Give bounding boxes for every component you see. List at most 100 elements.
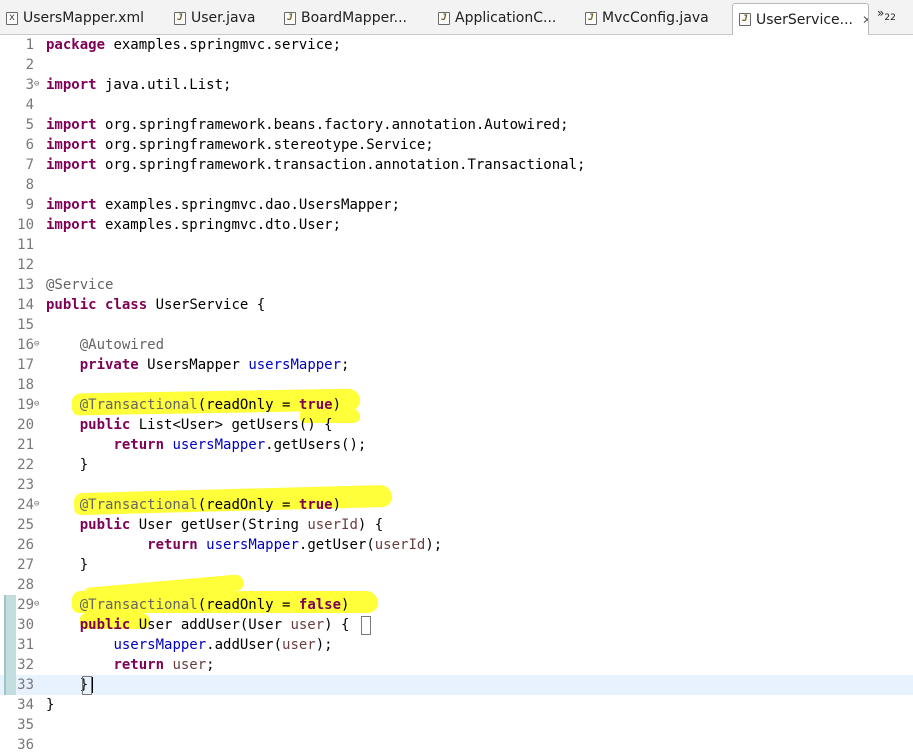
fold-collapse-icon[interactable]: ⊖: [34, 499, 39, 509]
code-text[interactable]: import org.springframework.transaction.a…: [46, 155, 585, 175]
code-text[interactable]: public List<User> getUsers() {: [46, 415, 333, 435]
line-number: 19: [17, 397, 34, 413]
tab-label: BoardMapper...: [301, 10, 408, 26]
code-line[interactable]: 16 ⊖ @Autowired: [0, 335, 913, 355]
code-line[interactable]: 27 }: [0, 555, 913, 575]
code-line[interactable]: 32 return user;: [0, 655, 913, 675]
code-text[interactable]: usersMapper.addUser(user);: [46, 635, 332, 655]
code-line[interactable]: 19 ⊖ @Transactional(readOnly = true): [0, 395, 913, 415]
code-text[interactable]: public User getUser(String userId) {: [46, 515, 383, 535]
code-line[interactable]: 34}: [0, 695, 913, 715]
code-line[interactable]: 6 import org.springframework.stereotype.S…: [0, 135, 913, 155]
code-text[interactable]: @Transactional(readOnly = false): [46, 595, 350, 615]
code-text[interactable]: }: [46, 555, 88, 575]
code-line[interactable]: 33 }: [0, 675, 913, 695]
code-text[interactable]: private UsersMapper usersMapper;: [46, 355, 350, 375]
line-number: 21: [17, 437, 34, 453]
code-line[interactable]: 15: [0, 315, 913, 335]
line-number: 2: [25, 57, 34, 73]
tab-applicationconfig[interactable]: ApplicationC...: [438, 4, 568, 32]
code-line[interactable]: 14 public class UserService {: [0, 295, 913, 315]
fold-collapse-icon[interactable]: ⊖: [34, 399, 39, 409]
code-line[interactable]: 35: [0, 715, 913, 735]
tab-userservice[interactable]: UserService... ✕: [732, 3, 869, 35]
line-number: 30: [17, 617, 34, 633]
tab-overflow-button[interactable]: »22: [877, 6, 896, 23]
code-line[interactable]: 4: [0, 95, 913, 115]
editor-tab-bar: UsersMapper.xml User.java BoardMapper...…: [0, 0, 913, 35]
code-text[interactable]: @Autowired: [46, 335, 164, 355]
line-number: 32: [17, 657, 34, 673]
code-editor[interactable]: 33 } 1 package examples.springmvc.service…: [0, 35, 913, 753]
line-number: 11: [17, 237, 34, 253]
code-line[interactable]: 29 ⊖ @Transactional(readOnly = false): [0, 595, 913, 615]
java-file-icon: [438, 11, 450, 25]
line-number: 27: [17, 557, 34, 573]
line-number: 25: [17, 517, 34, 533]
code-text[interactable]: public User addUser(User user) {: [46, 615, 350, 635]
code-text[interactable]: @Transactional(readOnly = true): [46, 495, 341, 515]
code-line[interactable]: 31 usersMapper.addUser(user);: [0, 635, 913, 655]
bracket-match-close: [82, 676, 92, 695]
code-text[interactable]: import org.springframework.beans.factory…: [46, 115, 569, 135]
code-text[interactable]: public class UserService {: [46, 295, 265, 315]
close-tab-icon[interactable]: ✕: [862, 13, 868, 27]
java-file-icon: [739, 13, 751, 26]
code-line[interactable]: 7 import org.springframework.transaction.…: [0, 155, 913, 175]
line-number: 34: [17, 697, 34, 713]
code-line[interactable]: 30 public User addUser(User user) {: [0, 615, 913, 635]
code-text[interactable]: @Service: [46, 275, 113, 295]
code-text[interactable]: import org.springframework.stereotype.Se…: [46, 135, 434, 155]
code-line[interactable]: 11: [0, 235, 913, 255]
tab-label: UserService...: [756, 11, 854, 28]
fold-collapse-icon[interactable]: ⊖: [34, 339, 39, 349]
code-text[interactable]: return usersMapper.getUsers();: [46, 435, 366, 455]
fold-collapse-icon[interactable]: ⊖: [34, 599, 39, 609]
line-number: 9: [25, 197, 34, 213]
code-text[interactable]: @Transactional(readOnly = true): [46, 395, 341, 415]
code-line[interactable]: 10 import examples.springmvc.dto.User;: [0, 215, 913, 235]
line-number: 12: [17, 257, 34, 273]
line-number: 28: [17, 577, 34, 593]
line-number: 20: [17, 417, 34, 433]
code-line[interactable]: 20 public List<User> getUsers() {: [0, 415, 913, 435]
tab-boardmapper[interactable]: BoardMapper...: [284, 4, 414, 32]
code-text[interactable]: return usersMapper.getUser(userId);: [46, 535, 442, 555]
line-number: 14: [17, 297, 34, 313]
code-line[interactable]: 26 return usersMapper.getUser(userId);: [0, 535, 913, 555]
line-number: 13: [17, 277, 34, 293]
line-number: 10: [17, 217, 34, 233]
code-line[interactable]: 25 public User getUser(String userId) {: [0, 515, 913, 535]
code-line[interactable]: 22 }: [0, 455, 913, 475]
tab-label: ApplicationC...: [455, 10, 557, 26]
code-line[interactable]: 24 ⊖ @Transactional(readOnly = true): [0, 495, 913, 515]
code-line[interactable]: 3 ⊖ import java.util.List;: [0, 75, 913, 95]
line-number: 35: [17, 717, 34, 733]
code-line[interactable]: 9 import examples.springmvc.dao.UsersMapp…: [0, 195, 913, 215]
code-line[interactable]: 21 return usersMapper.getUsers();: [0, 435, 913, 455]
fold-collapse-icon[interactable]: ⊖: [34, 79, 39, 89]
code-line[interactable]: 17 private UsersMapper usersMapper;: [0, 355, 913, 375]
line-number: 17: [17, 357, 34, 373]
java-file-icon: [284, 11, 296, 25]
tab-mvcconfig-java[interactable]: MvcConfig.java: [585, 4, 720, 32]
code-text[interactable]: return user;: [46, 655, 214, 675]
code-text[interactable]: }: [46, 455, 88, 475]
line-number: 23: [17, 477, 34, 493]
code-text[interactable]: import examples.springmvc.dto.User;: [46, 215, 341, 235]
code-text[interactable]: import java.util.List;: [46, 75, 231, 95]
code-line[interactable]: 12: [0, 255, 913, 275]
code-line[interactable]: 8: [0, 175, 913, 195]
bracket-match-open: [361, 616, 371, 635]
code-line[interactable]: 13 @Service: [0, 275, 913, 295]
code-line[interactable]: 1 package examples.springmvc.service;: [0, 35, 913, 55]
tab-usersmapper-xml[interactable]: UsersMapper.xml: [6, 4, 166, 32]
code-line[interactable]: 5 import org.springframework.beans.factor…: [0, 115, 913, 135]
code-text[interactable]: import examples.springmvc.dao.UsersMappe…: [46, 195, 400, 215]
code-line[interactable]: 36: [0, 735, 913, 755]
code-text[interactable]: package examples.springmvc.service;: [46, 35, 341, 55]
code-text[interactable]: }: [46, 695, 54, 715]
tab-user-java[interactable]: User.java: [174, 4, 274, 32]
code-line[interactable]: 2: [0, 55, 913, 75]
line-number: 5: [25, 117, 34, 133]
